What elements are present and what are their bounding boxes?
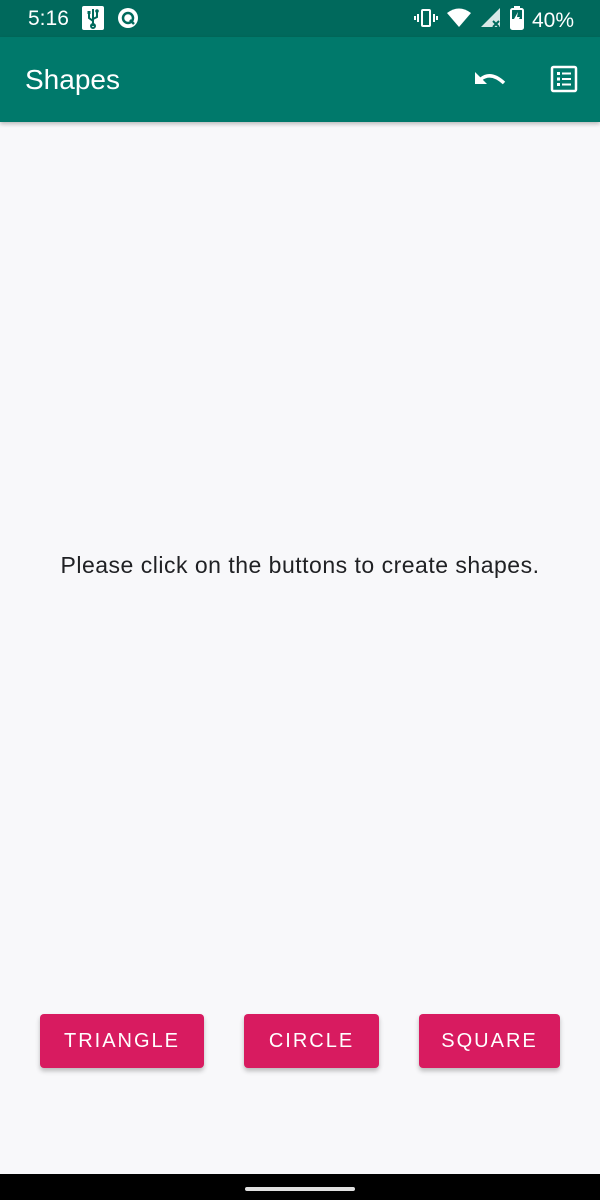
- circle-button[interactable]: CIRCLE: [244, 1014, 379, 1068]
- vibrate-icon: [413, 6, 438, 35]
- instruction-message: Please click on the buttons to create sh…: [60, 552, 540, 578]
- square-button[interactable]: SQUARE: [419, 1014, 560, 1068]
- battery-icon: [509, 6, 524, 35]
- navigation-bar: [0, 1174, 600, 1200]
- status-time: 5:16: [28, 7, 69, 30]
- app-bar: Shapes: [0, 37, 600, 122]
- list-button[interactable]: [544, 61, 584, 101]
- status-right: 40%: [413, 6, 574, 35]
- undo-button[interactable]: [470, 61, 510, 101]
- app-title: Shapes: [25, 64, 120, 95]
- battery-percentage: 40%: [531, 8, 574, 32]
- list-icon: [550, 65, 578, 98]
- home-gesture-handle[interactable]: [245, 1187, 355, 1191]
- status-bar: 5:16 40%: [0, 0, 600, 37]
- at-sign-icon: [116, 6, 140, 35]
- usb-icon: [82, 6, 104, 35]
- screen: 5:16 40% Shapes Please click on the butt…: [0, 0, 600, 1200]
- wifi-icon: [446, 6, 472, 35]
- undo-icon: [473, 68, 507, 95]
- cellular-icon: [480, 6, 502, 35]
- triangle-button[interactable]: TRIANGLE: [40, 1014, 204, 1068]
- status-left-icons: [82, 6, 140, 35]
